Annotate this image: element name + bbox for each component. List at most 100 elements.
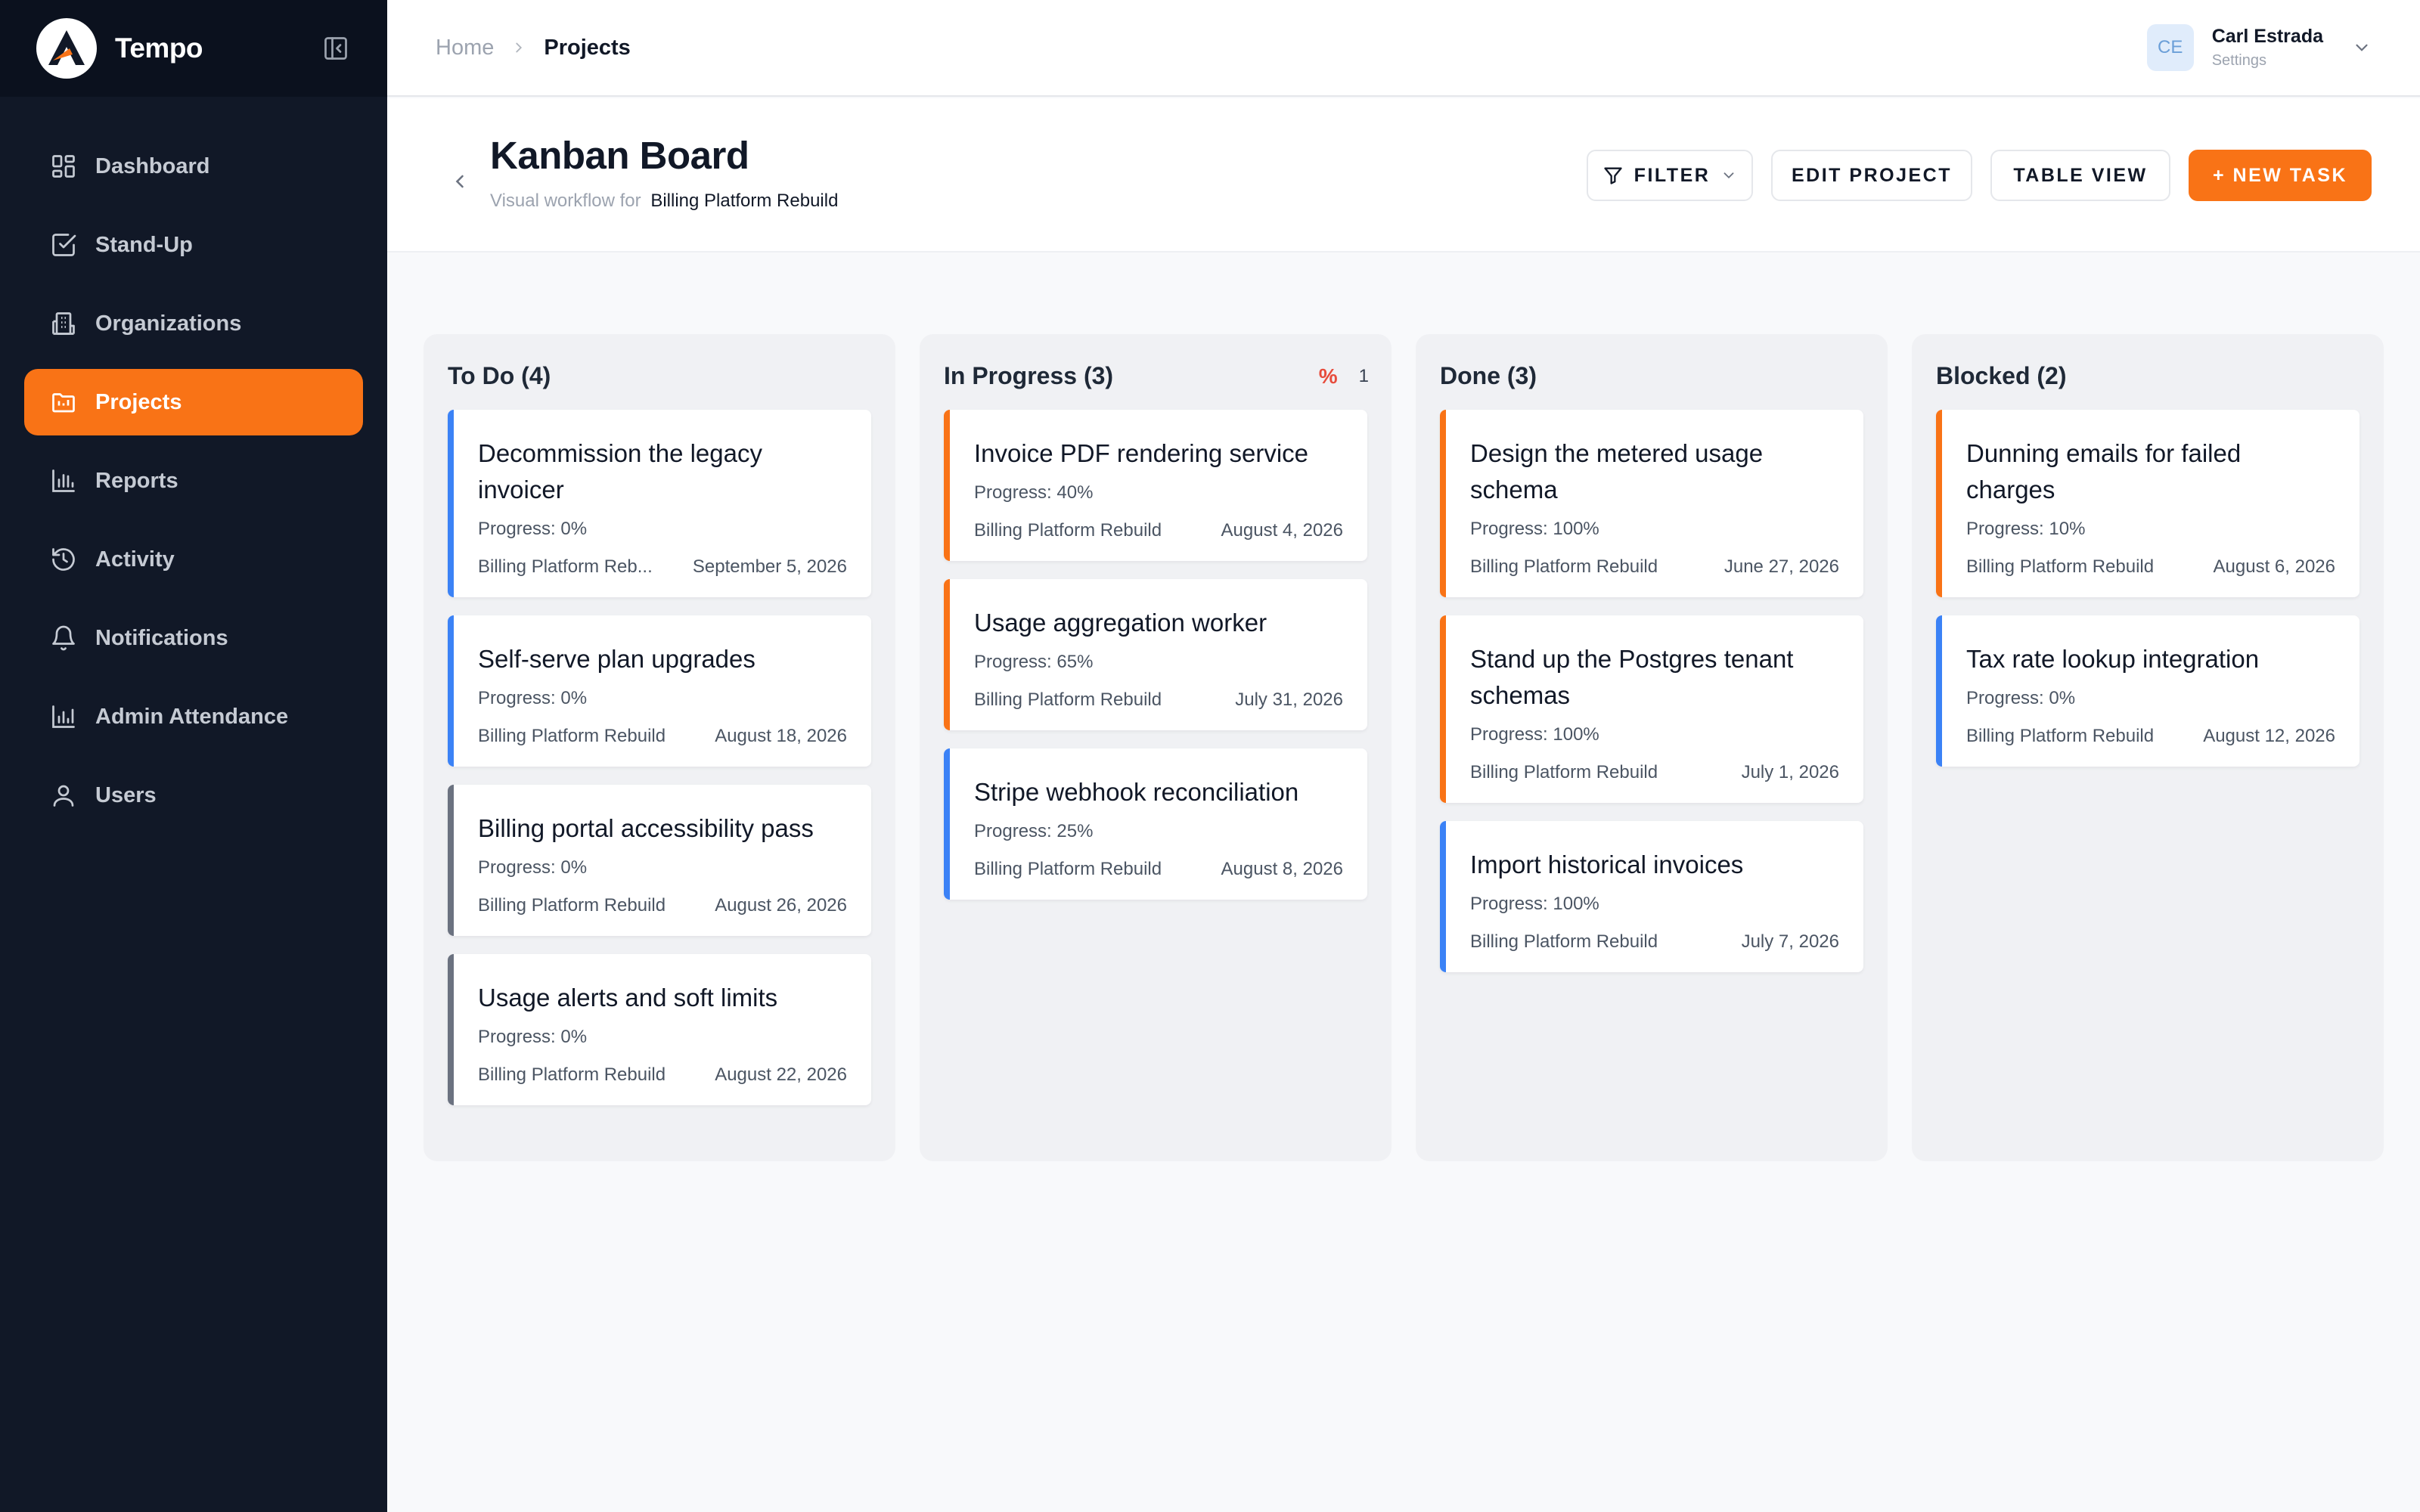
task-due-date: September 5, 2026 (692, 556, 847, 577)
user-icon (48, 780, 79, 810)
task-progress: Progress: 0% (478, 857, 588, 878)
task-title: Import historical invoices (1470, 850, 1744, 878)
new-task-button[interactable]: + NEW TASK (2189, 150, 2372, 201)
task-due-date: July 1, 2026 (1741, 762, 1839, 782)
task-meta: Billing Platform Rebuild August 12, 2026 (1966, 726, 2335, 747)
task-due-date: August 8, 2026 (1221, 859, 1343, 879)
chevron-right-icon (510, 39, 527, 56)
sidebar-item-dashboard[interactable]: Dashboard (24, 133, 363, 200)
app-name: Tempo (115, 33, 203, 64)
task-meta: Billing Platform Rebuild August 18, 2026 (478, 726, 847, 747)
task-meta: Billing Platform Rebuild July 1, 2026 (1470, 762, 1839, 783)
user-name: Carl Estrada (2211, 26, 2323, 47)
task-due-date: August 22, 2026 (715, 1064, 847, 1085)
task-card[interactable]: Self-serve plan upgrades Progress: 0% Bi… (448, 615, 871, 767)
sidebar-item-notifications[interactable]: Notifications (24, 605, 363, 671)
task-project: Billing Platform Rebuild (478, 1064, 666, 1085)
status-stripe (448, 954, 454, 1105)
avatar: CE (2146, 24, 2194, 71)
task-project: Billing Platform Rebuild (1966, 726, 2155, 746)
column-title: In Progress (3) (944, 362, 1114, 389)
task-progress: Progress: 0% (478, 519, 588, 539)
task-title: Usage alerts and soft limits (478, 984, 778, 1012)
task-title: Design the metered usage schema (1470, 439, 1764, 503)
task-due-date: June 27, 2026 (1723, 556, 1839, 577)
task-due-date: August 4, 2026 (1221, 520, 1343, 541)
status-stripe (448, 615, 454, 767)
page-subtitle: Visual workflow for Billing Platform Reb… (490, 191, 838, 212)
task-card[interactable]: Invoice PDF rendering service Progress: … (944, 410, 1367, 561)
history-icon (48, 544, 79, 575)
task-title: Dunning emails for failed charges (1966, 439, 2242, 503)
task-progress: Progress: 0% (478, 1027, 588, 1047)
column-in-progress: In Progress (3) % 1 Invoice PDF renderin… (920, 334, 1392, 1161)
task-card[interactable]: Design the metered usage schema Progress… (1440, 410, 1863, 597)
task-due-date: August 6, 2026 (2213, 556, 2335, 577)
task-card[interactable]: Usage alerts and soft limits Progress: 0… (448, 954, 871, 1105)
back-button[interactable] (440, 162, 479, 201)
task-card[interactable]: Import historical invoices Progress: 100… (1440, 821, 1863, 972)
brand-header: Tempo (0, 0, 387, 97)
status-stripe (944, 410, 950, 561)
task-card[interactable]: Usage aggregation worker Progress: 65% B… (944, 579, 1367, 730)
task-project: Billing Platform Rebuild (974, 689, 1162, 710)
sidebar-item-admin-attendance[interactable]: Admin Attendance (24, 683, 363, 750)
task-card[interactable]: Stripe webhook reconciliation Progress: … (944, 748, 1367, 900)
user-menu[interactable]: CE Carl Estrada Settings (2146, 24, 2372, 71)
breadcrumb-home[interactable]: Home (436, 36, 494, 60)
page-title: Kanban Board (490, 134, 749, 177)
table-view-button[interactable]: TABLE VIEW (1990, 150, 2170, 201)
sidebar-item-label: Stand-Up (95, 232, 193, 257)
sidebar-item-users[interactable]: Users (24, 762, 363, 829)
user-settings-link[interactable]: Settings (2212, 52, 2323, 70)
sidebar-item-activity[interactable]: Activity (24, 526, 363, 593)
task-progress: Progress: 40% (974, 482, 1094, 503)
status-stripe (448, 785, 454, 936)
task-project: Billing Platform Rebuild (1966, 556, 2155, 577)
task-card[interactable]: Tax rate lookup integration Progress: 0%… (1936, 615, 2360, 767)
task-meta: Billing Platform Rebuild August 4, 2026 (974, 520, 1343, 541)
sidebar-item-label: Users (95, 782, 157, 807)
task-card[interactable]: Decommission the legacy invoicer Progres… (448, 410, 871, 597)
app-logo[interactable] (36, 18, 97, 79)
task-project: Billing Platform Rebuild (1470, 762, 1658, 782)
task-card[interactable]: Stand up the Postgres tenant schemas Pro… (1440, 615, 1863, 803)
column-title: To Do (4) (448, 362, 551, 389)
status-stripe (1440, 821, 1446, 972)
task-progress: Progress: 0% (478, 688, 588, 708)
kanban-board: To Do (4) Decommission the legacy invoic… (424, 334, 2384, 1161)
task-title: Decommission the legacy invoicer (478, 439, 762, 503)
wip-indicator[interactable]: % 1 (1319, 364, 1369, 389)
sidebar-collapse-icon[interactable] (321, 33, 351, 64)
task-due-date: July 31, 2026 (1235, 689, 1343, 710)
sidebar-item-label: Projects (95, 389, 182, 414)
task-project: Billing Platform Rebuild (974, 520, 1162, 541)
sidebar-item-stand-up[interactable]: Stand-Up (24, 212, 363, 278)
sidebar-item-reports[interactable]: Reports (24, 448, 363, 514)
task-project: Billing Platform Rebuild (1470, 556, 1658, 577)
sidebar-item-organizations[interactable]: Organizations (24, 290, 363, 357)
sidebar-item-label: Admin Attendance (95, 704, 289, 729)
task-project: Billing Platform Rebuild (478, 895, 666, 916)
task-card[interactable]: Billing portal accessibility pass Progre… (448, 785, 871, 936)
chart-icon (48, 702, 79, 732)
sidebar-item-projects[interactable]: Projects (24, 369, 363, 435)
task-progress: Progress: 100% (1470, 894, 1599, 914)
chevron-down-icon[interactable] (2352, 38, 2372, 57)
dashboard-icon (48, 151, 79, 181)
task-meta: Billing Platform Rebuild August 26, 2026 (478, 895, 847, 916)
task-card[interactable]: Dunning emails for failed charges Progre… (1936, 410, 2360, 597)
breadcrumb-current: Projects (544, 35, 631, 60)
task-due-date: August 12, 2026 (2203, 726, 2335, 746)
status-stripe (1440, 615, 1446, 803)
task-progress: Progress: 10% (1966, 519, 2086, 539)
task-progress: Progress: 0% (1966, 688, 2076, 708)
task-due-date: August 26, 2026 (715, 895, 847, 916)
task-meta: Billing Platform Rebuild August 8, 2026 (974, 859, 1343, 880)
task-title: Stand up the Postgres tenant schemas (1470, 645, 1794, 709)
task-progress: Progress: 100% (1470, 519, 1599, 539)
task-due-date: August 18, 2026 (715, 726, 847, 746)
bar-chart-icon (48, 466, 79, 496)
edit-project-button[interactable]: EDIT PROJECT (1771, 150, 1972, 201)
filter-button[interactable]: FILTER (1587, 150, 1753, 201)
